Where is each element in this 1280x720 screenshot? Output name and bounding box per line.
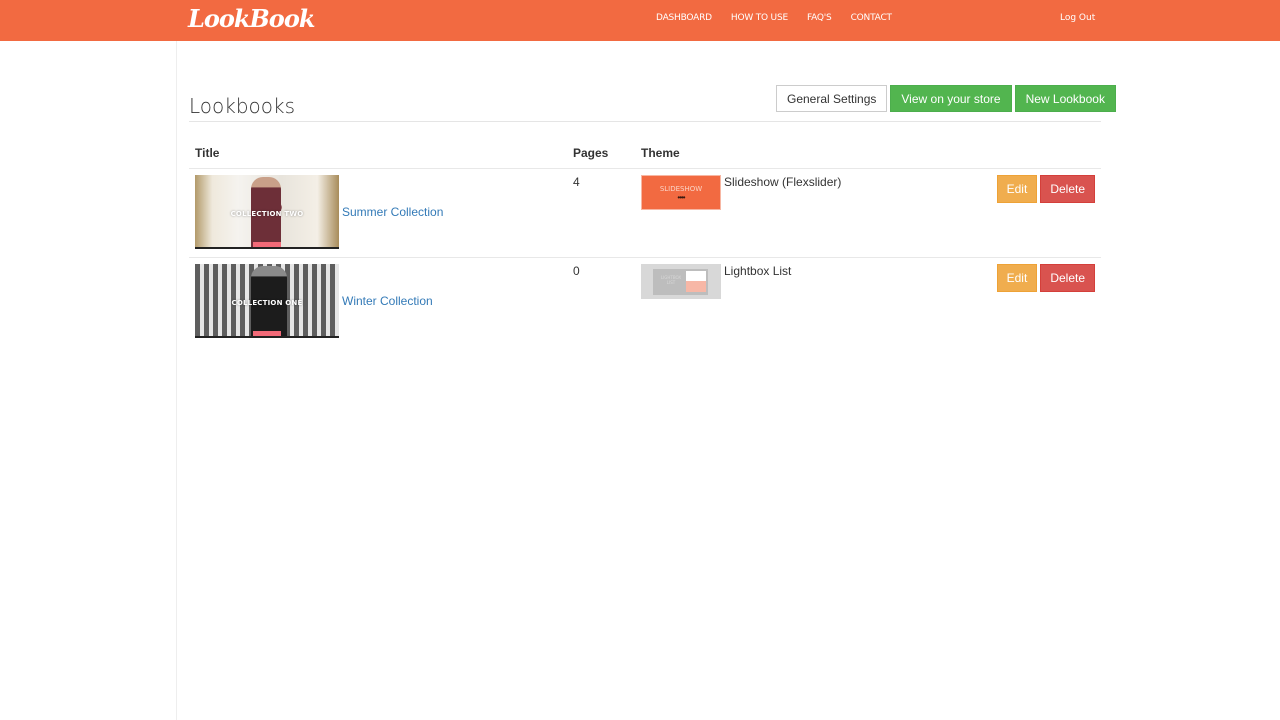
table-row: COLLECTION ONE Winter Collection 0 LIGHT… bbox=[189, 257, 1101, 346]
column-header-actions bbox=[985, 141, 1101, 169]
title-cell: COLLECTION TWO Summer Collection bbox=[189, 168, 567, 258]
column-header-theme: Theme bbox=[635, 141, 985, 169]
actions-cell: Edit Delete bbox=[985, 257, 1101, 346]
sidebar-divider bbox=[176, 41, 177, 720]
theme-thumbnail-label: SLIDESHOW bbox=[659, 184, 703, 193]
title-cell: COLLECTION ONE Winter Collection bbox=[189, 257, 567, 346]
table-row: COLLECTION TWO Summer Collection 4 SLIDE… bbox=[189, 168, 1101, 258]
theme-name: Slideshow (Flexslider) bbox=[724, 174, 842, 189]
delete-button[interactable]: Delete bbox=[1040, 174, 1095, 203]
page-title: Lookbooks bbox=[189, 94, 296, 118]
theme-name: Lightbox List bbox=[724, 263, 792, 278]
lightbox-white-panel bbox=[686, 270, 706, 281]
general-settings-button[interactable]: General Settings bbox=[776, 85, 888, 112]
lookbooks-table: Title Pages Theme COLLECTION TWO Summer … bbox=[189, 141, 1101, 346]
lightbox-preview: LIGHTBOX LIST bbox=[653, 268, 708, 295]
lookbook-title-link[interactable]: Winter Collection bbox=[342, 294, 433, 308]
lookbook-thumbnail[interactable]: COLLECTION ONE bbox=[195, 263, 339, 338]
thumbnail-badge bbox=[253, 241, 281, 247]
nav-contact[interactable]: CONTACT bbox=[851, 13, 892, 23]
logo[interactable]: LookBook bbox=[188, 4, 315, 33]
title-divider bbox=[189, 121, 1101, 122]
slideshow-dots-icon: •••• bbox=[677, 192, 685, 202]
top-navbar: LookBook DASHBOARD HOW TO USE FAQ'S CONT… bbox=[0, 0, 1280, 41]
column-header-title: Title bbox=[189, 141, 567, 169]
nav-dashboard[interactable]: DASHBOARD bbox=[656, 13, 712, 23]
edit-button[interactable]: Edit bbox=[996, 174, 1038, 203]
thumbnail-caption: COLLECTION TWO bbox=[230, 209, 304, 218]
page-actions: General Settings View on your store New … bbox=[776, 85, 1116, 112]
pages-cell: 0 bbox=[573, 263, 580, 278]
theme-cell: SLIDESHOW •••• Slideshow (Flexslider) bbox=[635, 168, 985, 258]
delete-button[interactable]: Delete bbox=[1040, 263, 1095, 292]
lookbook-thumbnail[interactable]: COLLECTION TWO bbox=[195, 174, 339, 249]
thumbnail-badge bbox=[253, 330, 281, 336]
lightbox-pink-panel bbox=[686, 280, 706, 292]
theme-cell: LIGHTBOX LIST Lightbox List bbox=[635, 257, 985, 346]
edit-button[interactable]: Edit bbox=[996, 263, 1038, 292]
thumbnail-caption: COLLECTION ONE bbox=[231, 298, 303, 307]
pages-cell: 4 bbox=[567, 168, 635, 258]
theme-thumbnail-slideshow: SLIDESHOW •••• bbox=[641, 174, 721, 210]
view-on-store-button[interactable]: View on your store bbox=[890, 85, 1012, 112]
new-lookbook-button[interactable]: New Lookbook bbox=[1014, 85, 1116, 112]
table-header-row: Title Pages Theme bbox=[189, 141, 1101, 169]
theme-thumbnail-lightbox: LIGHTBOX LIST bbox=[641, 263, 721, 299]
actions-cell: Edit Delete bbox=[985, 168, 1101, 258]
column-header-pages: Pages bbox=[567, 141, 635, 169]
lookbook-title-link[interactable]: Summer Collection bbox=[342, 205, 443, 219]
theme-thumbnail-label: LIGHTBOX LIST bbox=[660, 274, 682, 285]
nav-faqs[interactable]: FAQ'S bbox=[807, 13, 832, 23]
nav-how-to-use[interactable]: HOW TO USE bbox=[731, 13, 788, 23]
main-nav: DASHBOARD HOW TO USE FAQ'S CONTACT bbox=[656, 13, 911, 23]
logout-link[interactable]: Log Out bbox=[1060, 13, 1095, 23]
